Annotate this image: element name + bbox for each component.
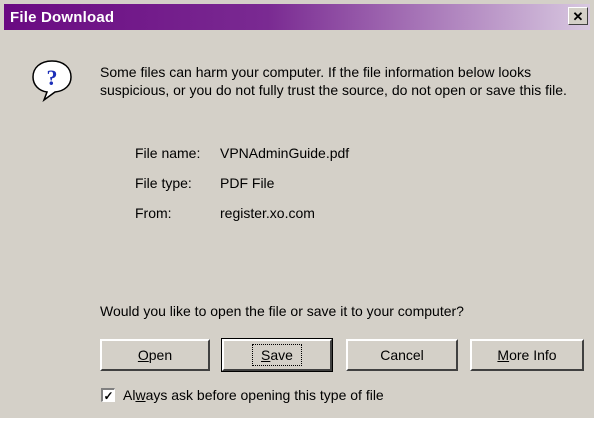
- close-icon: ✕: [572, 8, 584, 24]
- warning-message: Some files can harm your computer. If th…: [100, 64, 567, 98]
- from-label: From:: [135, 205, 172, 221]
- always-ask-label: Always ask before opening this type of f…: [123, 387, 384, 403]
- title-bar[interactable]: File Download ✕: [4, 4, 590, 30]
- file-download-dialog: File Download ✕ ? Some files can harm yo…: [0, 0, 594, 423]
- window-title: File Download: [10, 8, 115, 26]
- more-info-button[interactable]: More Info: [470, 339, 584, 371]
- file-name-label: File name:: [135, 145, 201, 161]
- more-info-button-label: More Info: [497, 347, 557, 363]
- from-value: register.xo.com: [220, 205, 315, 221]
- file-type-label: File type:: [135, 175, 192, 191]
- always-ask-checkbox[interactable]: ✓: [101, 388, 115, 402]
- background-strip: [0, 418, 594, 423]
- file-name-value: VPNAdminGuide.pdf: [220, 145, 350, 161]
- checkmark-icon: ✓: [103, 388, 114, 403]
- open-or-save-question: Would you like to open the file or save …: [100, 303, 464, 319]
- open-button[interactable]: Open: [100, 339, 210, 371]
- close-button[interactable]: ✕: [568, 7, 588, 25]
- svg-text:?: ?: [47, 65, 58, 90]
- always-ask-row[interactable]: ✓ Always ask before opening this type of…: [101, 386, 384, 404]
- cancel-button-label: Cancel: [380, 347, 424, 363]
- file-type-value: PDF File: [220, 175, 275, 191]
- open-button-label: Open: [137, 347, 173, 363]
- save-button-label: Save: [252, 344, 302, 366]
- cancel-button[interactable]: Cancel: [346, 339, 458, 371]
- question-icon: ?: [32, 60, 72, 102]
- save-button[interactable]: Save: [221, 338, 333, 372]
